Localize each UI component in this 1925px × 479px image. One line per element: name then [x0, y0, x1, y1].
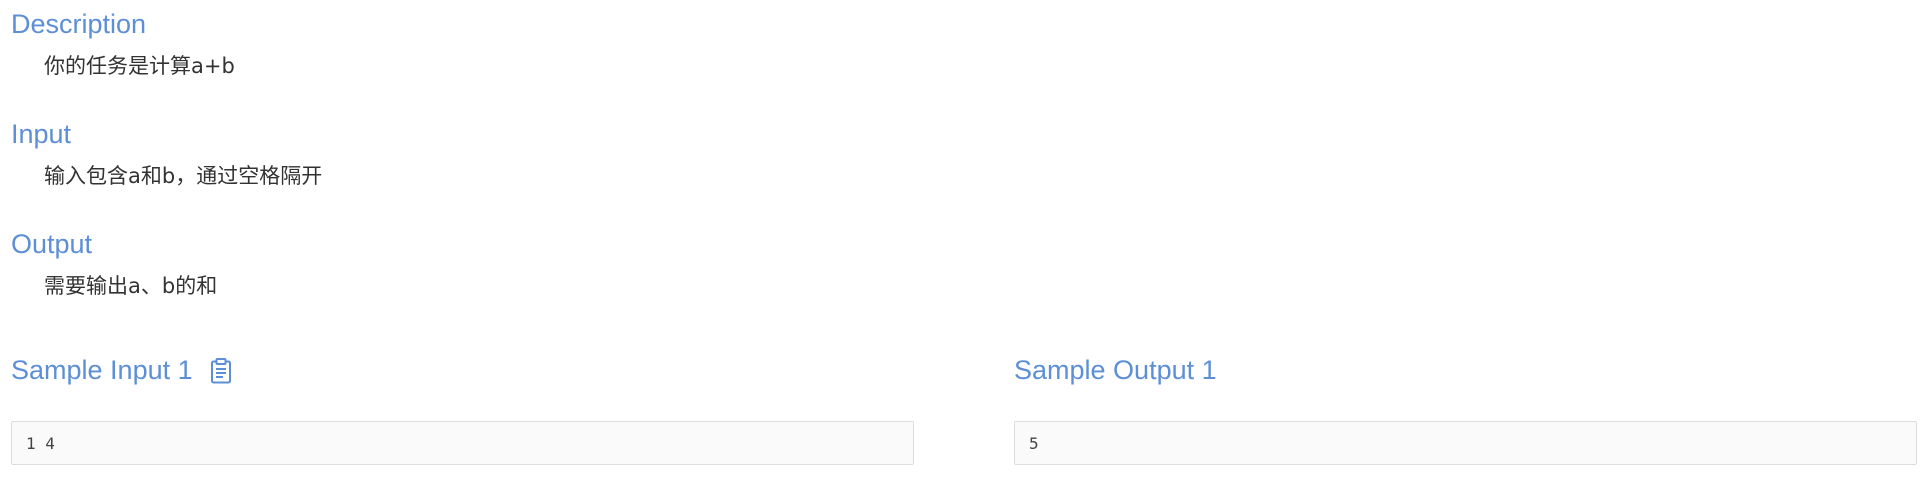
output-heading: Output — [11, 229, 93, 259]
sample-input-title: Sample Input 1 — [11, 355, 193, 385]
input-heading: Input — [11, 119, 72, 149]
sample-input-box[interactable]: 1 4 — [11, 421, 914, 465]
sample-output-title: Sample Output 1 — [1014, 355, 1217, 385]
output-text: 需要输出a、b的和 — [44, 274, 218, 298]
description-heading: Description — [11, 9, 147, 39]
sample-output-header: Sample Output 1 — [1014, 357, 1217, 384]
clipboard-icon[interactable] — [210, 357, 232, 384]
input-text: 输入包含a和b，通过空格隔开 — [44, 164, 323, 188]
problem-page: Description 你的任务是计算a+b Input 输入包含a和b，通过空… — [0, 0, 1925, 479]
sample-input-header: Sample Input 1 — [11, 357, 232, 384]
description-text: 你的任务是计算a+b — [44, 54, 235, 78]
sample-output-box[interactable]: 5 — [1014, 421, 1917, 465]
